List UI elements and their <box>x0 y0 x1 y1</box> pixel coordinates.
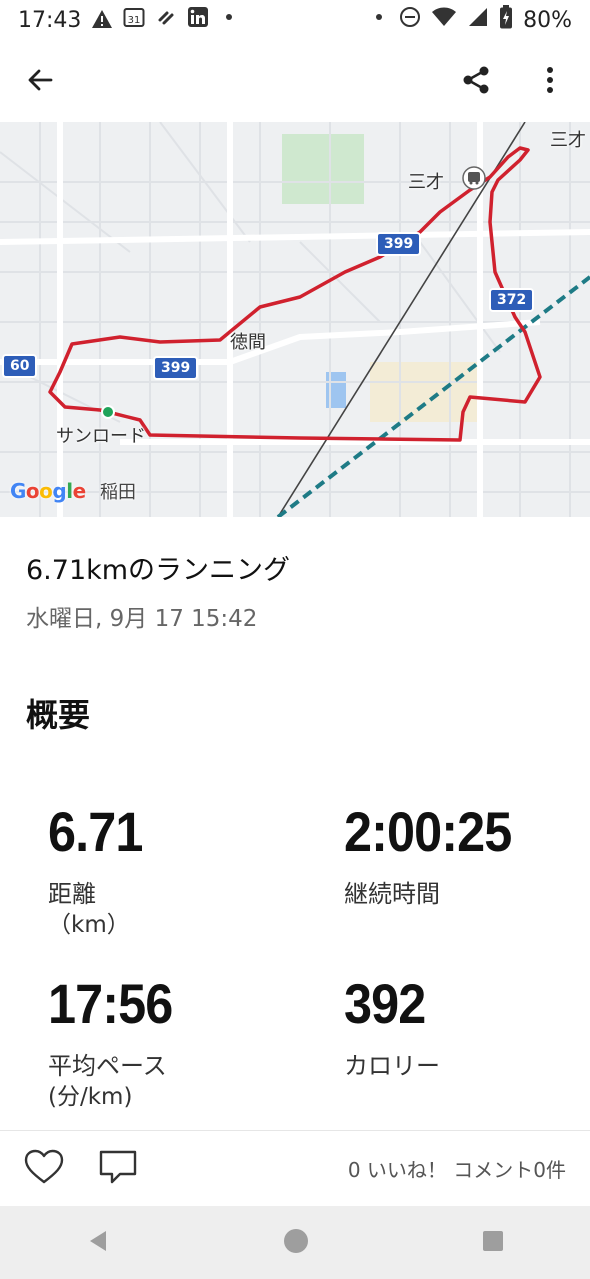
battery-level: 80% <box>523 7 572 33</box>
map-label-tokuma: 徳間 <box>230 332 266 353</box>
linkedin-icon <box>187 6 209 34</box>
status-bar: 17:43 31 80% <box>0 0 590 40</box>
stat-unit: (分/km) <box>48 1084 133 1111</box>
route-badge-60: 60 <box>2 354 38 378</box>
wifi-icon <box>431 6 457 34</box>
map-label-sansai-edge: 三才 <box>550 130 586 151</box>
nav-home-icon[interactable] <box>282 1227 310 1259</box>
route-badge-372: 372 <box>489 288 535 312</box>
map-label-sansai: 三才 <box>408 172 444 193</box>
stat-duration: 2:00:25 継続時間 <box>344 804 530 910</box>
map-canvas <box>0 122 590 517</box>
warning-icon <box>91 9 113 32</box>
dot-icon <box>369 7 389 33</box>
calendar-icon: 31 <box>123 6 145 34</box>
calendar-day: 31 <box>128 15 141 26</box>
social-bar: 0 いいね！ コメント0件 <box>0 1130 590 1206</box>
stat-value: 392 <box>344 972 426 1035</box>
more-vert-icon[interactable] <box>530 60 570 100</box>
stat-label: 距離 <box>48 880 96 908</box>
signal-icon <box>467 6 489 34</box>
nav-recents-icon[interactable] <box>481 1229 505 1257</box>
stat-distance: 6.71 距離 （km） <box>48 804 153 941</box>
stat-label: カロリー <box>344 1052 440 1080</box>
map-label-sunroad: サンロード <box>56 426 146 447</box>
stat-label: 平均ペース <box>48 1052 167 1080</box>
stat-value: 2:00:25 <box>344 800 512 863</box>
heart-icon[interactable] <box>24 1149 64 1189</box>
social-summary[interactable]: 0 いいね！ コメント0件 <box>348 1154 566 1183</box>
stat-unit: （km） <box>48 912 130 939</box>
activity-date: 水曜日, 9月 17 15:42 <box>26 606 258 632</box>
activity-header: 6.71kmのランニング 水曜日, 9月 17 15:42 <box>26 548 290 633</box>
do-not-disturb-icon <box>399 6 421 34</box>
stat-label: 継続時間 <box>344 880 440 908</box>
activity-title: 6.71kmのランニング <box>26 555 291 586</box>
stat-pace: 17:56 平均ペース (分/km) <box>48 976 186 1113</box>
battery-charging-icon <box>499 5 513 35</box>
stat-value: 6.71 <box>48 800 143 863</box>
route-map[interactable]: 三才 三才 徳間 サンロード 稲田 399 399 372 60 Google <box>0 122 590 517</box>
link-icon <box>155 6 177 34</box>
back-arrow-icon[interactable] <box>20 60 60 100</box>
status-time: 17:43 <box>18 7 82 33</box>
app-bar <box>0 48 590 112</box>
route-badge-399-top: 399 <box>376 232 422 256</box>
summary-heading: 概要 <box>26 696 91 734</box>
system-nav-bar <box>0 1206 590 1279</box>
google-logo: Google <box>10 479 86 503</box>
nav-back-icon[interactable] <box>85 1228 111 1258</box>
comment-icon[interactable] <box>98 1149 138 1189</box>
dot-icon <box>219 7 239 33</box>
route-badge-399-mid: 399 <box>153 356 199 380</box>
share-icon[interactable] <box>456 60 496 100</box>
stat-value: 17:56 <box>48 972 173 1035</box>
stat-calories: 392 カロリー <box>344 976 440 1082</box>
start-marker <box>101 405 115 419</box>
map-label-inada: 稲田 <box>100 482 136 503</box>
